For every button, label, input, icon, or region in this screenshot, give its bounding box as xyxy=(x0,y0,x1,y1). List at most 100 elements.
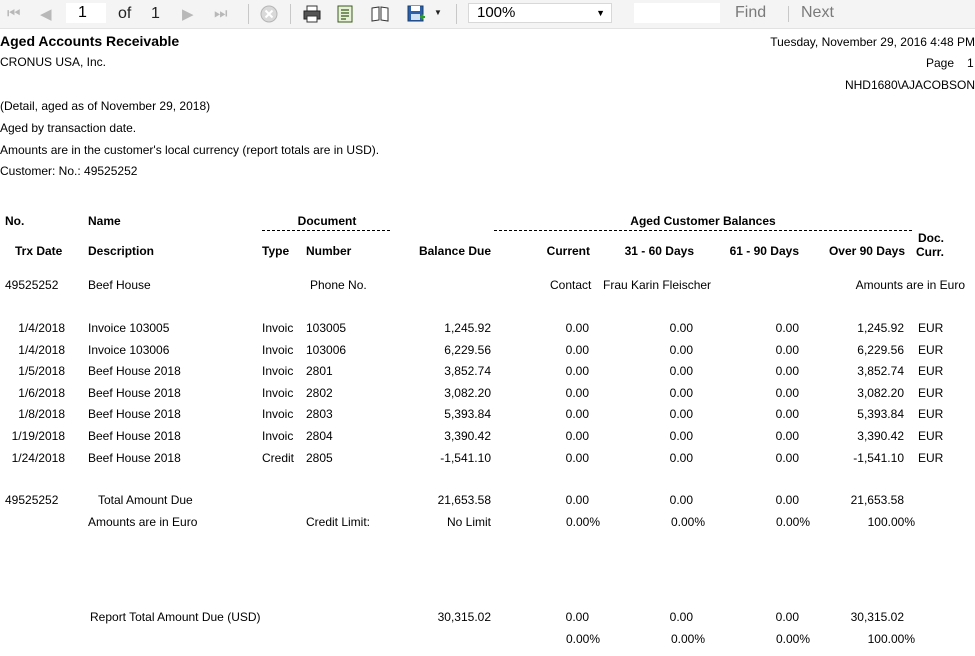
report-total-current: 0.00 xyxy=(565,610,589,624)
cell-doc-currency: EUR xyxy=(918,407,944,421)
cell-31-60: 0.00 xyxy=(669,386,693,400)
cell-description: Beef House 2018 xyxy=(88,364,181,378)
cell-doc-number: 2802 xyxy=(306,386,333,400)
total-currency-note: Amounts are in Euro xyxy=(88,515,198,529)
cell-current: 0.00 xyxy=(565,407,589,421)
cell-description: Beef House 2018 xyxy=(88,451,181,465)
filter-line: Aged by transaction date. xyxy=(0,121,137,135)
header-number: Number xyxy=(306,244,352,258)
run-datetime: Tuesday, November 29, 2016 4:48 PM xyxy=(770,35,975,49)
cell-description: Beef House 2018 xyxy=(88,407,181,421)
credit-limit-value: No Limit xyxy=(446,515,491,529)
cell-61-90: 0.00 xyxy=(775,451,799,465)
cell-61-90: 0.00 xyxy=(775,386,799,400)
last-page-icon[interactable]: ⏭ xyxy=(214,5,228,22)
cell-over-90: 1,245.92 xyxy=(857,321,904,335)
pct-31-60: 0.00% xyxy=(670,515,705,529)
document-divider xyxy=(262,230,390,231)
page-setup-icon[interactable] xyxy=(335,4,355,24)
total-current: 0.00 xyxy=(565,493,589,507)
cell-current: 0.00 xyxy=(565,386,589,400)
cell-balance-due: 3,390.42 xyxy=(444,429,491,443)
cell-doc-number: 2803 xyxy=(306,407,333,421)
header-type: Type xyxy=(262,244,290,258)
cell-doc-type: Invoic xyxy=(262,321,294,335)
cell-over-90: 3,390.42 xyxy=(857,429,904,443)
customer-currency-note: Amounts are in Euro xyxy=(855,278,965,292)
cell-balance-due: 5,393.84 xyxy=(444,407,491,421)
pct-current: 0.00% xyxy=(565,515,600,529)
cell-doc-currency: EUR xyxy=(918,386,944,400)
cell-trx-date: 1/24/2018 xyxy=(11,451,65,465)
page-of-label: of xyxy=(118,5,132,22)
contact-name: Frau Karin Fleischer xyxy=(603,278,712,292)
total-over-90: 21,653.58 xyxy=(850,493,904,507)
cell-balance-due: -1,541.10 xyxy=(440,451,491,465)
zoom-select[interactable]: 100% ▼ xyxy=(468,3,612,23)
cell-current: 0.00 xyxy=(565,364,589,378)
first-page-icon[interactable]: ⏮ xyxy=(7,5,21,22)
cell-description: Invoice 103005 xyxy=(88,321,170,335)
total-amount-due-label: Total Amount Due xyxy=(98,493,193,507)
cell-doc-type: Credit xyxy=(262,451,295,465)
find-input[interactable] xyxy=(634,3,720,23)
cell-31-60: 0.00 xyxy=(669,407,693,421)
cell-doc-currency: EUR xyxy=(918,429,944,443)
cell-description: Beef House 2018 xyxy=(88,429,181,443)
cell-31-60: 0.00 xyxy=(669,451,693,465)
header-balance-due: Balance Due xyxy=(418,244,491,258)
header-trx-date: Trx Date xyxy=(15,244,63,258)
header-doc-curr-line1: Doc. xyxy=(918,231,945,245)
print-icon[interactable] xyxy=(302,4,322,24)
header-61-90-days: 61 - 90 Days xyxy=(729,244,799,258)
cell-balance-due: 3,082.20 xyxy=(444,386,491,400)
page-number: 1 xyxy=(967,56,974,70)
filter-line: (Detail, aged as of November 29, 2018) xyxy=(0,99,211,113)
cell-61-90: 0.00 xyxy=(775,407,799,421)
report-pct-61-90: 0.00% xyxy=(775,632,810,646)
header-no: No. xyxy=(5,214,25,228)
header-31-60-days: 31 - 60 Days xyxy=(624,244,694,258)
total-61-90: 0.00 xyxy=(775,493,799,507)
total-customer-no: 49525252 xyxy=(5,493,59,507)
current-page-input[interactable]: 1 xyxy=(66,3,106,23)
filter-line: Amounts are in the customer's local curr… xyxy=(0,143,380,157)
print-layout-icon[interactable] xyxy=(370,4,390,24)
previous-page-icon[interactable]: ◀ xyxy=(40,5,52,23)
header-current: Current xyxy=(546,244,590,258)
cell-doc-currency: EUR xyxy=(918,364,944,378)
next-page-icon[interactable]: ▶ xyxy=(182,5,194,23)
report-total-balance: 30,315.02 xyxy=(437,610,491,624)
cell-trx-date: 1/6/2018 xyxy=(18,386,65,400)
report-page: Aged Accounts Receivable CRONUS USA, Inc… xyxy=(0,28,975,656)
export-dropdown-icon[interactable]: ▼ xyxy=(434,8,442,17)
cell-31-60: 0.00 xyxy=(669,364,693,378)
cell-doc-number: 2804 xyxy=(306,429,333,443)
cell-doc-type: Invoic xyxy=(262,386,294,400)
cell-over-90: -1,541.10 xyxy=(853,451,904,465)
cell-over-90: 6,229.56 xyxy=(857,343,904,357)
cell-31-60: 0.00 xyxy=(669,343,693,357)
customer-name: Beef House xyxy=(88,278,151,292)
cell-doc-currency: EUR xyxy=(918,321,944,335)
find-next-button[interactable]: Next xyxy=(801,4,834,22)
company-name: CRONUS USA, Inc. xyxy=(0,55,107,69)
header-document: Document xyxy=(297,214,357,228)
cell-trx-date: 1/5/2018 xyxy=(18,364,65,378)
cell-61-90: 0.00 xyxy=(775,343,799,357)
cell-trx-date: 1/4/2018 xyxy=(18,343,65,357)
export-save-icon[interactable] xyxy=(406,4,426,24)
total-31-60: 0.00 xyxy=(669,493,693,507)
cell-doc-currency: EUR xyxy=(918,343,944,357)
header-aged-balances: Aged Customer Balances xyxy=(630,214,776,228)
cell-current: 0.00 xyxy=(565,343,589,357)
find-button[interactable]: Find xyxy=(735,4,766,22)
cell-doc-number: 103006 xyxy=(306,343,347,357)
customer-no: 49525252 xyxy=(5,278,59,292)
cell-balance-due: 1,245.92 xyxy=(444,321,491,335)
report-total-61-90: 0.00 xyxy=(775,610,799,624)
cell-over-90: 5,393.84 xyxy=(857,407,904,421)
cell-doc-currency: EUR xyxy=(918,451,944,465)
stop-icon[interactable] xyxy=(259,4,279,24)
page-label: Page xyxy=(926,56,955,70)
